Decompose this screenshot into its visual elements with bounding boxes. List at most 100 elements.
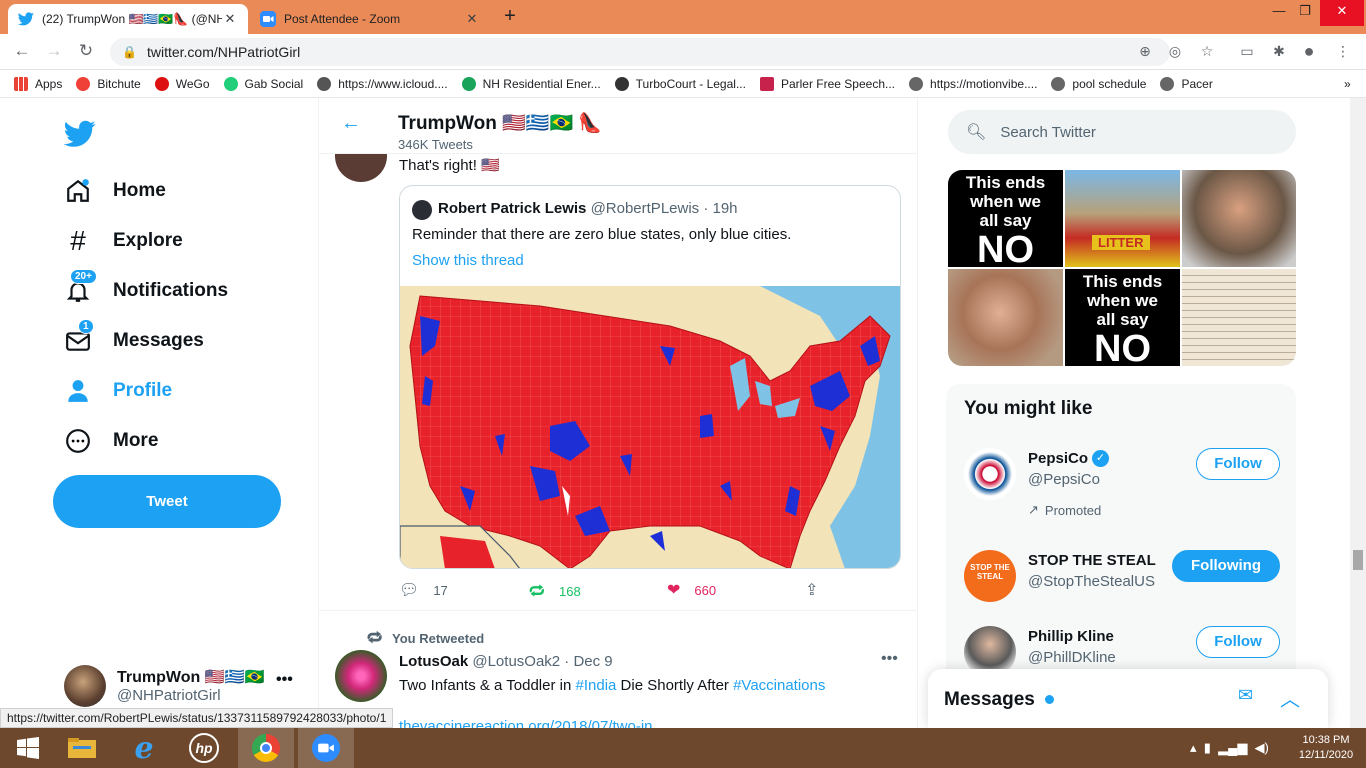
tweet-more-icon[interactable]: ••• bbox=[881, 650, 898, 668]
promoted-icon: ↗ bbox=[1028, 502, 1039, 517]
bookmark-parler[interactable]: Parler Free Speech... bbox=[759, 76, 895, 91]
account-more-icon[interactable]: ••• bbox=[276, 671, 293, 689]
zoom-taskbar-icon[interactable] bbox=[298, 728, 354, 768]
nav-profile[interactable]: Profile bbox=[64, 371, 172, 411]
author-name[interactable]: LotusOak bbox=[399, 653, 468, 670]
taskbar-clock[interactable]: 10:38 PM 12/11/2020 bbox=[1296, 733, 1356, 763]
url-text: twitter.com/NHPatriotGirl bbox=[146, 44, 301, 60]
share-button[interactable]: ⇪ bbox=[805, 580, 832, 600]
search-placeholder: Search Twitter bbox=[1000, 123, 1096, 141]
messages-drawer[interactable]: Messages ✉ ︿ bbox=[928, 669, 1328, 728]
follow-button[interactable]: Follow bbox=[1196, 448, 1280, 480]
menu-dots-icon[interactable]: ⋮ bbox=[1334, 43, 1352, 61]
url-field[interactable]: 🔒 twitter.com/NHPatriotGirl bbox=[110, 38, 1170, 66]
new-tab-button[interactable]: + bbox=[498, 5, 522, 29]
link-status-bar: https://twitter.com/RobertPLewis/status/… bbox=[0, 708, 394, 728]
star-icon[interactable]: ☆ bbox=[1198, 43, 1216, 61]
unread-dot bbox=[1045, 695, 1054, 704]
bookmark-apps[interactable]: Apps bbox=[14, 76, 62, 91]
divider bbox=[319, 610, 917, 611]
nav-home[interactable]: Home bbox=[64, 171, 166, 211]
follow-button[interactable]: Follow bbox=[1196, 626, 1280, 658]
bookmark-gab[interactable]: Gab Social bbox=[223, 76, 303, 91]
file-explorer-icon[interactable] bbox=[54, 728, 110, 768]
profile-header: ← TrumpWon 🇺🇸🇬🇷🇧🇷 👠 346K Tweets bbox=[319, 98, 917, 154]
close-tab-icon[interactable]: ✕ bbox=[222, 11, 238, 27]
hp-icon[interactable]: hp bbox=[176, 728, 232, 768]
quoted-author: Robert Patrick Lewis @RobertPLewis · 19h bbox=[438, 200, 738, 217]
media-thumbnail[interactable] bbox=[1182, 170, 1296, 267]
windows-start-icon[interactable] bbox=[0, 728, 56, 768]
nav-messages[interactable]: 1 Messages bbox=[64, 319, 204, 361]
tweet-button[interactable]: Tweet bbox=[53, 475, 281, 528]
eye-off-icon[interactable]: ◎ bbox=[1166, 43, 1184, 61]
minimize-icon[interactable]: — bbox=[1266, 0, 1292, 26]
notification-badge: 20+ bbox=[70, 269, 97, 284]
account-handle: @NHPatriotGirl bbox=[117, 687, 221, 704]
restore-icon[interactable]: ❐ bbox=[1292, 0, 1318, 26]
search-input[interactable]: 🔍︎ Search Twitter bbox=[948, 110, 1296, 154]
close-tab-icon[interactable]: ✕ bbox=[464, 11, 480, 27]
hashtag-link[interactable]: #India bbox=[576, 677, 617, 694]
media-thumbnail[interactable]: LITTER bbox=[1065, 170, 1180, 267]
following-button[interactable]: Following bbox=[1172, 550, 1280, 582]
hashtag-link[interactable]: #Vaccinations bbox=[733, 677, 825, 694]
bookmark-pacer[interactable]: Pacer bbox=[1160, 76, 1213, 91]
bookmark-turbocourt[interactable]: TurboCourt - Legal... bbox=[614, 76, 746, 91]
wego-icon bbox=[154, 76, 169, 91]
browser-tab-twitter[interactable]: (22) TrumpWon 🇺🇸🇬🇷🇧🇷👠 (@NH ✕ bbox=[8, 4, 248, 34]
close-window-icon[interactable]: ✕ bbox=[1320, 0, 1364, 26]
media-thumbnail[interactable] bbox=[1182, 269, 1296, 366]
scrollbar-thumb[interactable] bbox=[1353, 550, 1363, 570]
nav-notifications[interactable]: 20+ Notifications bbox=[64, 269, 228, 311]
back-arrow-icon[interactable]: ← bbox=[10, 41, 34, 63]
quoted-tweet[interactable]: Robert Patrick Lewis @RobertPLewis · 19h… bbox=[399, 185, 901, 569]
system-tray[interactable]: ▴ ▮ ▂▄▆ ◀) bbox=[1190, 740, 1269, 756]
media-thumbnail[interactable]: This ends when we all say NO bbox=[948, 170, 1063, 267]
county-election-map-image[interactable] bbox=[400, 286, 900, 568]
quoted-author-name: Robert Patrick Lewis bbox=[438, 200, 587, 217]
add-icon[interactable]: ⊕ bbox=[1136, 43, 1154, 61]
messages-badge: 1 bbox=[78, 319, 94, 334]
nav-more[interactable]: More bbox=[64, 421, 158, 461]
chevron-up-icon[interactable]: ︿ bbox=[1280, 683, 1300, 712]
avatar[interactable] bbox=[335, 650, 387, 702]
back-arrow-icon[interactable]: ← bbox=[341, 112, 361, 135]
bookmark-nh-residential[interactable]: NH Residential Ener... bbox=[461, 76, 601, 91]
person-icon bbox=[64, 377, 92, 405]
browser-tab-zoom[interactable]: Post Attendee - Zoom ✕ bbox=[250, 4, 490, 34]
twitter-logo-icon[interactable] bbox=[63, 120, 96, 148]
media-thumbnail[interactable] bbox=[948, 269, 1063, 366]
bookmark-bitchute[interactable]: Bitchute bbox=[76, 76, 141, 91]
forward-arrow-icon[interactable]: → bbox=[42, 41, 66, 63]
profile-icon[interactable]: ● bbox=[1300, 41, 1318, 61]
suggestion-pepsico[interactable]: PepsiCo ✓ @PepsiCo ↗ Promoted Follow bbox=[946, 448, 1296, 548]
bookmark-wego[interactable]: WeGo bbox=[154, 76, 210, 91]
author-handle: @LotusOak2 · Dec 9 bbox=[472, 653, 613, 670]
reply-button[interactable]: 💬︎ 17 bbox=[399, 580, 448, 600]
bookmark-icloud[interactable]: https://www.icloud.... bbox=[317, 76, 448, 91]
new-message-icon[interactable]: ✉ bbox=[1238, 685, 1253, 706]
bell-icon: 20+ bbox=[64, 269, 97, 305]
bookmark-motionvibe[interactable]: https://motionvibe.... bbox=[909, 76, 1037, 91]
nav-explore[interactable]: # Explore bbox=[64, 221, 183, 261]
retweet-icon: 🔁︎ bbox=[529, 584, 546, 601]
bookmark-pool-schedule[interactable]: pool schedule bbox=[1051, 76, 1146, 91]
chrome-icon[interactable] bbox=[238, 728, 294, 768]
apple-icon bbox=[317, 76, 332, 91]
like-button[interactable]: ❤ 660 bbox=[667, 580, 716, 600]
quoted-text: Reminder that there are zero blue states… bbox=[412, 226, 792, 243]
retweet-button[interactable]: 🔁︎ 168 bbox=[529, 580, 581, 603]
account-name: TrumpWon 🇺🇸🇬🇷🇧🇷 bbox=[117, 669, 265, 686]
media-thumbnail[interactable]: This ends when we all say NO bbox=[1065, 269, 1180, 366]
reload-icon[interactable]: ↻ bbox=[74, 41, 98, 63]
page-scrollbar[interactable] bbox=[1350, 98, 1366, 728]
account-switcher[interactable]: TrumpWon 🇺🇸🇬🇷🇧🇷 @NHPatriotGirl ••• bbox=[64, 663, 304, 709]
cast-icon[interactable]: ▭ bbox=[1238, 43, 1256, 61]
avatar bbox=[64, 665, 106, 707]
extensions-icon[interactable]: ✱ bbox=[1270, 43, 1288, 61]
internet-explorer-icon[interactable]: e bbox=[116, 728, 172, 768]
more-bookmarks-icon[interactable]: » bbox=[1344, 77, 1351, 91]
tweet-url-link[interactable]: thevaccinereaction.org/2018/07/two-in... bbox=[399, 718, 665, 728]
show-thread-link[interactable]: Show this thread bbox=[412, 252, 524, 269]
